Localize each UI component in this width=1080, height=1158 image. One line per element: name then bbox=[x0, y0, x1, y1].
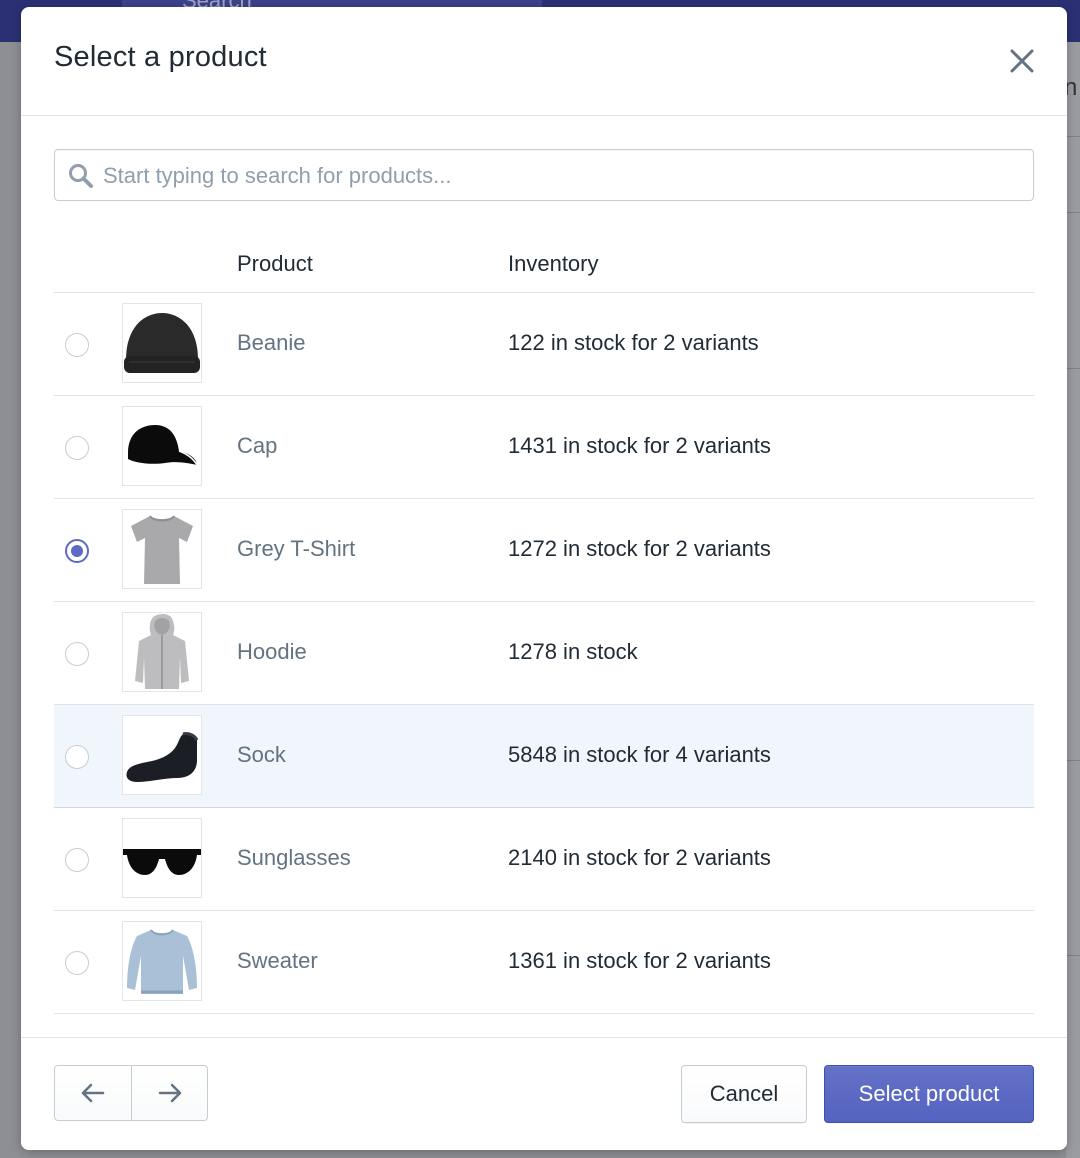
product-name[interactable]: Sock bbox=[237, 742, 286, 768]
product-thumbnail bbox=[122, 921, 202, 1001]
tshirt-icon bbox=[131, 515, 193, 584]
product-radio[interactable] bbox=[65, 333, 89, 357]
app-divider bbox=[1066, 212, 1080, 213]
product-inventory: 1431 in stock for 2 variants bbox=[508, 433, 771, 458]
product-thumbnail bbox=[122, 715, 202, 795]
select-product-button[interactable]: Select product bbox=[824, 1065, 1034, 1123]
product-inventory: 122 in stock for 2 variants bbox=[508, 330, 759, 355]
product-row-grey-t-shirt[interactable]: Grey T-Shirt 1272 in stock for 2 variant… bbox=[54, 499, 1034, 602]
product-row-sunglasses[interactable]: Sunglasses 2140 in stock for 2 variants bbox=[54, 808, 1034, 911]
product-row-sweater[interactable]: Sweater 1361 in stock for 2 variants bbox=[54, 911, 1034, 1014]
pagination bbox=[54, 1065, 208, 1121]
product-row-hoodie[interactable]: Hoodie 1278 in stock bbox=[54, 602, 1034, 705]
app-right-column bbox=[1066, 42, 1080, 1158]
product-inventory: 5848 in stock for 4 variants bbox=[508, 742, 771, 767]
app-divider bbox=[1066, 136, 1080, 137]
product-inventory: 1361 in stock for 2 variants bbox=[508, 948, 771, 973]
app-divider bbox=[1066, 955, 1080, 956]
product-radio-selected[interactable] bbox=[65, 539, 89, 563]
app-divider bbox=[1066, 368, 1080, 369]
app-divider bbox=[1066, 760, 1080, 761]
modal-footer: Cancel Select product bbox=[21, 1037, 1067, 1150]
product-thumbnail bbox=[122, 303, 202, 383]
product-name[interactable]: Sweater bbox=[237, 948, 318, 974]
product-name[interactable]: Hoodie bbox=[237, 639, 307, 665]
product-thumbnail bbox=[122, 509, 202, 589]
cap-icon bbox=[128, 425, 198, 466]
previous-page-button[interactable] bbox=[55, 1066, 132, 1120]
product-thumbnail bbox=[122, 406, 202, 486]
column-header-inventory: Inventory bbox=[508, 251, 599, 276]
product-name[interactable]: Grey T-Shirt bbox=[237, 536, 355, 562]
product-inventory: 2140 in stock for 2 variants bbox=[508, 845, 771, 870]
column-header-product: Product bbox=[237, 251, 313, 276]
product-row-cap[interactable]: Cap 1431 in stock for 2 variants bbox=[54, 396, 1034, 499]
product-inventory: 1272 in stock for 2 variants bbox=[508, 536, 771, 561]
product-radio[interactable] bbox=[65, 951, 89, 975]
sock-icon bbox=[126, 732, 199, 782]
close-icon bbox=[1010, 49, 1034, 73]
modal-header: Select a product bbox=[21, 7, 1067, 116]
sweater-icon bbox=[127, 929, 197, 994]
product-name[interactable]: Sunglasses bbox=[237, 845, 351, 871]
product-thumbnail bbox=[122, 612, 202, 692]
search-icon bbox=[69, 164, 93, 188]
arrow-right-icon bbox=[158, 1083, 182, 1103]
modal-title: Select a product bbox=[54, 41, 267, 73]
arrow-left-icon bbox=[81, 1083, 105, 1103]
search-input[interactable] bbox=[101, 150, 1025, 202]
beanie-icon bbox=[124, 313, 200, 373]
select-product-modal: Select a product Product Inventory Beani… bbox=[21, 7, 1067, 1150]
product-name[interactable]: Beanie bbox=[237, 330, 306, 356]
product-inventory: 1278 in stock bbox=[508, 639, 638, 664]
product-row-beanie[interactable]: Beanie 122 in stock for 2 variants bbox=[54, 293, 1034, 396]
sunglasses-icon bbox=[123, 849, 201, 875]
next-page-button[interactable] bbox=[132, 1066, 208, 1120]
product-radio[interactable] bbox=[65, 745, 89, 769]
product-name[interactable]: Cap bbox=[237, 433, 277, 459]
product-radio[interactable] bbox=[65, 642, 89, 666]
search-field[interactable] bbox=[54, 149, 1034, 202]
product-thumbnail bbox=[122, 818, 202, 898]
product-radio[interactable] bbox=[65, 848, 89, 872]
product-row-sock[interactable]: Sock 5848 in stock for 4 variants bbox=[54, 705, 1034, 808]
cancel-button[interactable]: Cancel bbox=[681, 1065, 807, 1123]
close-button[interactable] bbox=[1004, 43, 1040, 79]
hoodie-icon bbox=[135, 614, 189, 689]
product-radio[interactable] bbox=[65, 436, 89, 460]
